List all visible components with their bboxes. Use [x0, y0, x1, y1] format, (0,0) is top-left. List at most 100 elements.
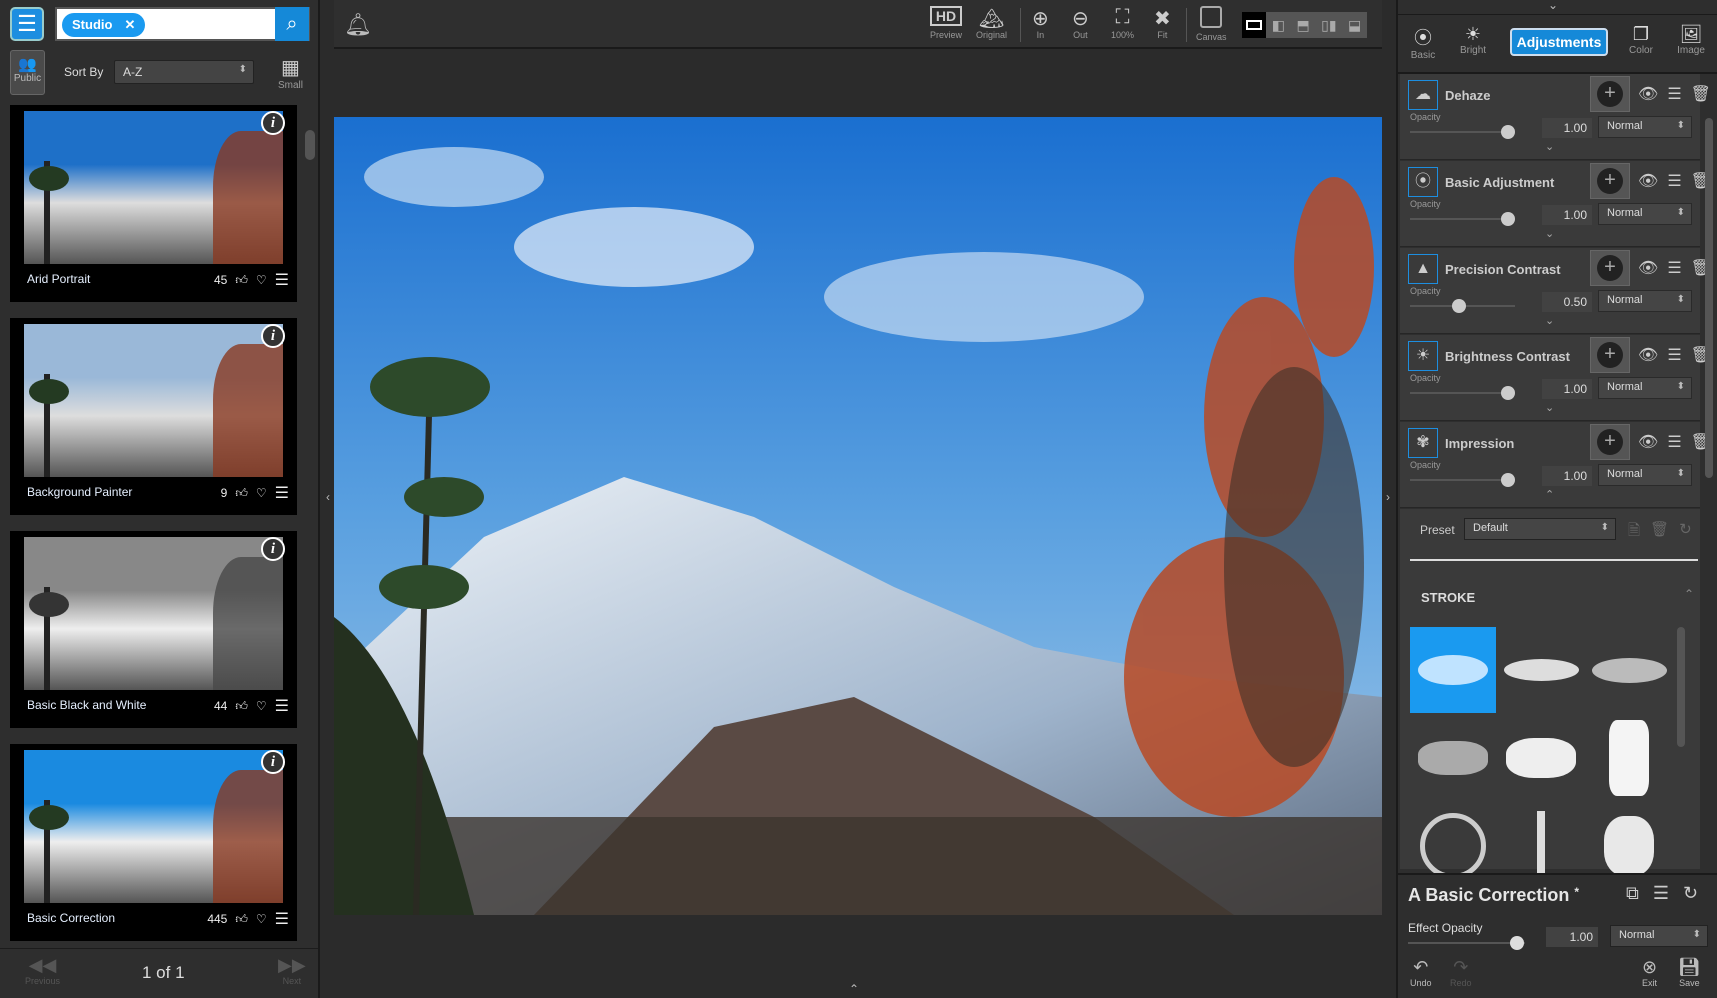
opacity-slider[interactable] [1410, 218, 1515, 220]
side-by-side-icon[interactable]: ▯▮ [1321, 17, 1336, 34]
blend-mode-select[interactable]: Normal [1598, 377, 1692, 399]
info-icon[interactable]: i [261, 750, 285, 774]
heart-icon[interactable]: ♡ [256, 486, 267, 500]
tab-color[interactable]: ❐ Color [1616, 24, 1666, 56]
reset-icon[interactable]: ↻ [1679, 520, 1692, 545]
tab-image[interactable]: 🖼︎ Image [1666, 24, 1716, 56]
save-button[interactable]: 💾︎ Save [1678, 957, 1701, 988]
scrollbar[interactable] [305, 130, 315, 160]
opacity-value[interactable]: 1.00 [1542, 205, 1592, 225]
brush-stroke-3[interactable] [1586, 627, 1672, 713]
add-mask-button[interactable]: + [1590, 250, 1630, 286]
public-button[interactable]: 👥 Public [10, 50, 45, 95]
search-button[interactable]: ⌕ [275, 7, 309, 41]
view-size-button[interactable]: ▦ Small [278, 55, 303, 91]
menu-icon[interactable]: ☰ [1667, 345, 1681, 365]
new-preset-icon[interactable]: 🗎 [1628, 520, 1640, 545]
zoom-100-button[interactable]: ⛶ 100% [1111, 6, 1134, 40]
preset-card[interactable]: i Background Painter 9 👍︎ ♡ ☰ [10, 318, 297, 515]
effect-blend-select[interactable]: Normal [1610, 925, 1708, 947]
chevron-down-icon[interactable]: ⌄ [1545, 227, 1554, 240]
adjustment-layer[interactable]: ▲ Precision Contrast + 👁︎ ☰ 🗑︎ Opacity 0.5… [1400, 248, 1711, 334]
heart-icon[interactable]: ♡ [256, 912, 267, 926]
menu-icon[interactable]: ☰ [1667, 84, 1681, 104]
chevron-down-icon[interactable]: ⌄ [1545, 401, 1554, 414]
slider-knob[interactable] [1501, 473, 1515, 487]
effect-opacity-slider[interactable] [1408, 936, 1525, 950]
stacked-icon[interactable]: ⬓ [1348, 17, 1361, 34]
eye-icon[interactable]: 👁︎ [1638, 345, 1658, 365]
bell-icon[interactable]: 🔔︎ [344, 12, 372, 38]
reset-effect-icon[interactable]: ↻ [1683, 883, 1698, 904]
slider-knob[interactable] [1501, 125, 1515, 139]
split-view-buttons[interactable]: ◧ ⬒ ▯▮ ⬓ [1266, 12, 1367, 38]
single-view-button[interactable] [1242, 12, 1266, 38]
heart-icon[interactable]: ♡ [256, 273, 267, 287]
photo-canvas[interactable] [334, 117, 1382, 915]
slider-knob[interactable] [1501, 386, 1515, 400]
menu-icon[interactable]: ☰ [1653, 883, 1669, 904]
chip-close-icon[interactable]: ✕ [124, 17, 135, 33]
sort-select[interactable]: A-Z [114, 60, 254, 84]
exit-button[interactable]: ⊗ Exit [1642, 957, 1657, 988]
thumbs-up-icon[interactable]: 👍︎ [235, 699, 248, 714]
info-icon[interactable]: i [261, 111, 285, 135]
blend-mode-select[interactable]: Normal [1598, 464, 1692, 486]
opacity-value[interactable]: 0.50 [1542, 292, 1592, 312]
tab-basic[interactable]: ⦿ Basic [1398, 24, 1448, 61]
opacity-slider[interactable] [1410, 479, 1515, 481]
adjustment-layer[interactable]: ✾ Impression + 👁︎ ☰ 🗑︎ Opacity 1.00 Normal… [1400, 422, 1711, 508]
stroke-scrollbar[interactable] [1677, 627, 1685, 747]
expand-bottom-icon[interactable]: ⌃ [849, 982, 859, 996]
eye-icon[interactable]: 👁︎ [1638, 171, 1658, 191]
canvas-button[interactable]: Canvas [1196, 6, 1227, 42]
effect-opacity-value[interactable]: 1.00 [1546, 927, 1598, 947]
heart-icon[interactable]: ♡ [256, 699, 267, 713]
search-input[interactable]: Studio ✕ [55, 7, 310, 41]
add-mask-button[interactable]: + [1590, 163, 1630, 199]
collapse-section-icon[interactable]: ⌃ [1684, 587, 1694, 601]
info-icon[interactable]: i [261, 537, 285, 561]
eye-icon[interactable]: 👁︎ [1638, 432, 1658, 452]
add-mask-button[interactable]: + [1590, 424, 1630, 460]
preset-card[interactable]: i Basic Black and White 44 👍︎ ♡ ☰ [10, 531, 297, 728]
opacity-value[interactable]: 1.00 [1542, 466, 1592, 486]
opacity-value[interactable]: 1.00 [1542, 379, 1592, 399]
slider-knob[interactable] [1452, 299, 1466, 313]
menu-icon[interactable]: ☰ [275, 909, 289, 929]
menu-icon[interactable]: ☰ [1667, 432, 1681, 452]
split-vertical-icon[interactable]: ◧ [1272, 17, 1285, 34]
zoom-out-button[interactable]: ⊖ Out [1072, 6, 1089, 40]
chevron-down-icon[interactable]: ⌄ [1545, 140, 1554, 153]
preset-thumbnail[interactable] [24, 111, 283, 264]
menu-icon[interactable]: ☰ [275, 483, 289, 503]
layers-icon[interactable]: ⧉ [1626, 883, 1639, 904]
fit-button[interactable]: ✖ Fit [1154, 6, 1171, 40]
delete-preset-icon[interactable]: 🗑︎ [1650, 520, 1669, 545]
eye-icon[interactable]: 👁︎ [1638, 258, 1658, 278]
opacity-slider[interactable] [1410, 392, 1515, 394]
preview-button[interactable]: HD Preview [930, 6, 963, 40]
slider-knob[interactable] [1510, 936, 1524, 950]
collapse-top-icon[interactable]: ⌄ [1548, 0, 1558, 12]
add-mask-button[interactable]: + [1590, 76, 1630, 112]
tab-adjustments[interactable]: Adjustments [1510, 28, 1608, 56]
preset-thumbnail[interactable] [24, 750, 283, 903]
opacity-slider[interactable] [1410, 131, 1515, 133]
brush-stroke-5[interactable] [1498, 715, 1584, 801]
trash-icon[interactable]: 🗑︎ [1691, 84, 1711, 104]
menu-icon[interactable]: ☰ [275, 270, 289, 290]
zoom-in-button[interactable]: ⊕ In [1032, 6, 1049, 40]
adjustment-layer[interactable]: ☁ Dehaze + 👁︎ ☰ 🗑︎ Opacity 1.00 Normal ⌄ [1400, 74, 1711, 160]
brush-stroke-1[interactable] [1410, 627, 1496, 713]
menu-icon[interactable]: ☰ [275, 696, 289, 716]
brush-stroke-6[interactable] [1586, 715, 1672, 801]
tab-bright[interactable]: ☀ Bright [1448, 24, 1498, 56]
collapse-left-icon[interactable]: ‹ [326, 490, 330, 504]
layers-scrollbar[interactable] [1705, 118, 1713, 478]
menu-button[interactable]: ☰ [10, 7, 44, 41]
preset-card[interactable]: i Basic Correction 445 👍︎ ♡ ☰ [10, 744, 297, 941]
chevron-down-icon[interactable]: ⌄ [1545, 314, 1554, 327]
thumbs-up-icon[interactable]: 👍︎ [235, 912, 248, 927]
original-button[interactable]: 🏔︎ Original [976, 6, 1007, 40]
